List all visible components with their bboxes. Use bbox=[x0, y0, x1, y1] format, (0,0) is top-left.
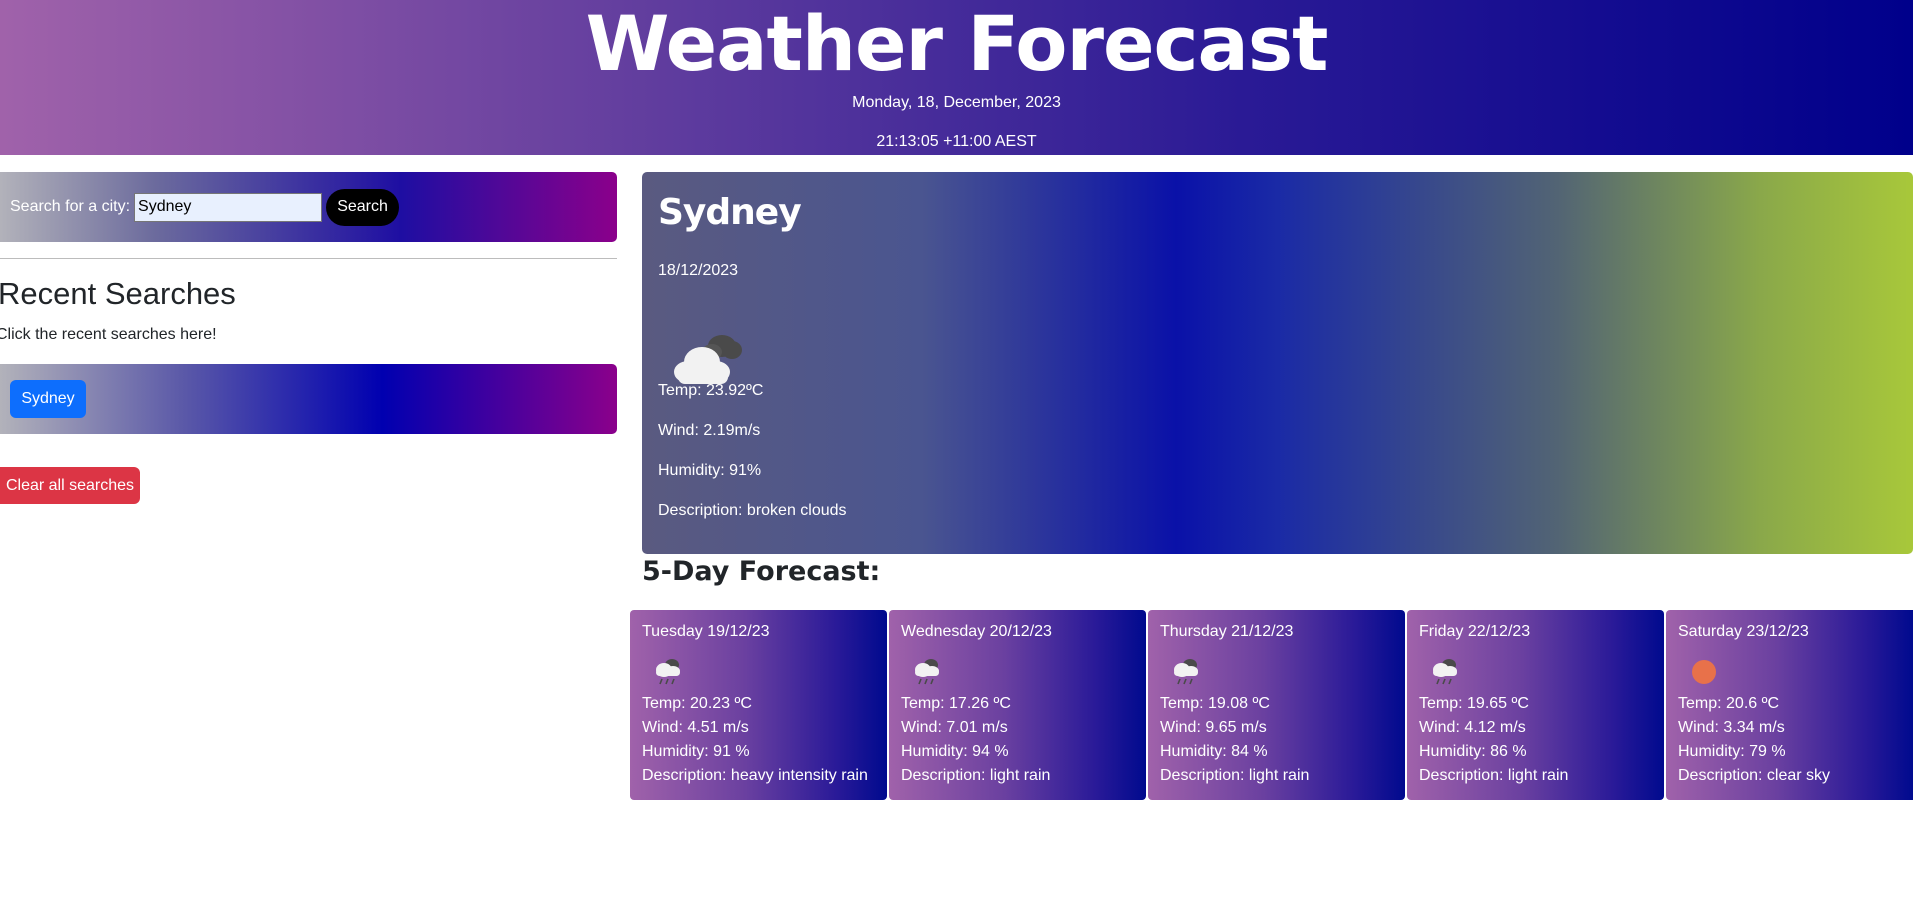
forecast-humidity: Humidity: 79 % bbox=[1678, 743, 1786, 760]
forecast-temp: Temp: 19.65 ºC bbox=[1419, 695, 1529, 712]
forecast-humidity: Humidity: 91 % bbox=[642, 743, 750, 760]
city-name: Sydney bbox=[658, 192, 802, 233]
forecast-description: Description: heavy intensity rain bbox=[642, 767, 868, 784]
current-date: Monday, 18, December, 2023 bbox=[852, 94, 1061, 111]
recent-searches-heading: Recent Searches bbox=[0, 276, 236, 311]
forecast-description: Description: light rain bbox=[901, 767, 1051, 784]
page-title: Weather Forecast bbox=[585, 0, 1329, 88]
search-panel: Search for a city: Search bbox=[0, 172, 617, 242]
current-weather-date: 18/12/2023 bbox=[658, 262, 739, 279]
clear-sky-icon bbox=[1692, 660, 1716, 684]
rain-icon bbox=[656, 659, 680, 685]
recent-searches-list: Sydney bbox=[0, 364, 617, 434]
current-humidity: Humidity: 91% bbox=[658, 462, 762, 479]
forecast-date: Saturday 23/12/23 bbox=[1678, 623, 1809, 640]
forecast-temp: Temp: 17.26 ºC bbox=[901, 695, 1011, 712]
page-header: Weather Forecast Monday, 18, December, 2… bbox=[0, 0, 1913, 155]
forecast-heading: 5-Day Forecast: bbox=[642, 556, 881, 587]
forecast-humidity: Humidity: 86 % bbox=[1419, 743, 1527, 760]
forecast-card: Thursday 21/12/23 Temp: 19.08 ºC Wind: 9… bbox=[1148, 610, 1405, 800]
forecast-date: Wednesday 20/12/23 bbox=[901, 623, 1052, 640]
forecast-card: Tuesday 19/12/23 Temp: 20.23 ºC Wind: 4.… bbox=[630, 610, 887, 800]
forecast-humidity: Humidity: 94 % bbox=[901, 743, 1009, 760]
forecast-description: Description: light rain bbox=[1419, 767, 1569, 784]
forecast-wind: Wind: 3.34 m/s bbox=[1678, 719, 1785, 736]
forecast-wind: Wind: 4.12 m/s bbox=[1419, 719, 1526, 736]
current-temp: Temp: 23.92ºC bbox=[658, 382, 764, 399]
city-search-input[interactable] bbox=[134, 192, 323, 222]
divider bbox=[0, 258, 617, 259]
forecast-date: Thursday 21/12/23 bbox=[1160, 623, 1294, 640]
forecast-humidity: Humidity: 84 % bbox=[1160, 743, 1268, 760]
forecast-card: Wednesday 20/12/23 Temp: 17.26 ºC Wind: … bbox=[889, 610, 1146, 800]
forecast-temp: Temp: 20.23 ºC bbox=[642, 695, 752, 712]
rain-icon bbox=[1433, 659, 1457, 685]
forecast-temp: Temp: 20.6 ºC bbox=[1678, 695, 1779, 712]
forecast-date: Tuesday 19/12/23 bbox=[642, 623, 770, 640]
current-description: Description: broken clouds bbox=[658, 502, 847, 519]
forecast-date: Friday 22/12/23 bbox=[1419, 623, 1531, 640]
forecast-description: Description: clear sky bbox=[1678, 767, 1831, 784]
rain-icon bbox=[1174, 659, 1198, 685]
clear-searches-button[interactable]: Clear all searches bbox=[0, 467, 140, 504]
forecast-temp: Temp: 19.08 ºC bbox=[1160, 695, 1270, 712]
search-button[interactable]: Search bbox=[326, 188, 400, 226]
forecast-description: Description: light rain bbox=[1160, 767, 1310, 784]
current-weather-card: Sydney 18/12/2023 Temp: 23.92ºC Wind: 2.… bbox=[642, 172, 1913, 554]
rain-icon bbox=[915, 659, 939, 685]
current-wind: Wind: 2.19m/s bbox=[658, 422, 761, 439]
forecast-card: Saturday 23/12/23 Temp: 20.6 ºC Wind: 3.… bbox=[1666, 610, 1913, 800]
recent-searches-hint: Click the recent searches here! bbox=[0, 326, 217, 343]
search-label: Search for a city: bbox=[10, 198, 131, 215]
forecast-wind: Wind: 4.51 m/s bbox=[642, 719, 749, 736]
forecast-card: Friday 22/12/23 Temp: 19.65 ºC Wind: 4.1… bbox=[1407, 610, 1664, 800]
current-time: 21:13:05 +11:00 AEST bbox=[876, 133, 1037, 150]
recent-search-sydney-button[interactable]: Sydney bbox=[10, 380, 86, 418]
forecast-wind: Wind: 9.65 m/s bbox=[1160, 719, 1267, 736]
forecast-wind: Wind: 7.01 m/s bbox=[901, 719, 1008, 736]
